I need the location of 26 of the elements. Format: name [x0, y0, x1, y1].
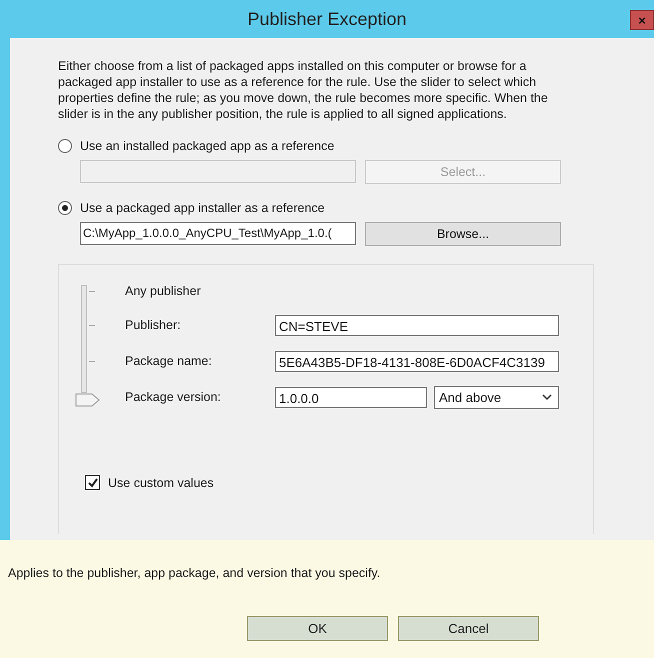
- radio-button[interactable]: [58, 139, 72, 153]
- slider-thumb[interactable]: [75, 393, 101, 407]
- text-field[interactable]: 5E6A43B5-DF18-4131-808E-6D0ACF4C3139: [275, 350, 559, 372]
- instructions-text: Either choose from a list of packaged apps installed on this computer or browse for a packaged app installer to use as a reference for the rule. Use the slider to select which properties define the rule; as you move down, the rule becomes more specific. When the slider is in the any publisher position, the rule is applied to all signed applications.: [58, 58, 549, 122]
- slider-track[interactable]: [81, 285, 87, 393]
- property-label: Any publisher: [125, 284, 202, 298]
- chevron-icon: [542, 394, 552, 400]
- text-field[interactable]: 1.0.0.0: [275, 386, 427, 408]
- text-field[interactable]: CN=STEVE: [275, 314, 559, 336]
- window-title: Publisher Exception: [247, 8, 407, 30]
- close-button[interactable]: ×: [630, 10, 654, 30]
- radio-button[interactable]: [58, 201, 72, 215]
- radio-label[interactable]: Use an installed packaged app as a reference: [80, 139, 334, 153]
- property-label: Publisher:: [125, 318, 182, 332]
- browse-button[interactable]: Browse...: [365, 222, 561, 246]
- checkbox-label[interactable]: Use custom values: [108, 476, 214, 490]
- rule-description: Applies to the publisher, app package, and version that you specify.: [8, 566, 382, 580]
- radio-label[interactable]: Use a packaged app installer as a reference: [80, 201, 325, 215]
- path-field[interactable]: C:\MyApp_1.0.0.0_AnyCPU_Test\MyApp_1.0.(: [80, 222, 356, 245]
- property-label: Package version:: [125, 390, 222, 404]
- dialog-button[interactable]: OK: [247, 616, 388, 641]
- dialog-button[interactable]: Cancel: [398, 616, 539, 641]
- version-dropdown[interactable]: And above: [434, 386, 559, 408]
- property-label: Package name:: [125, 354, 213, 368]
- path-field[interactable]: [80, 160, 356, 183]
- checkbox[interactable]: [85, 475, 100, 490]
